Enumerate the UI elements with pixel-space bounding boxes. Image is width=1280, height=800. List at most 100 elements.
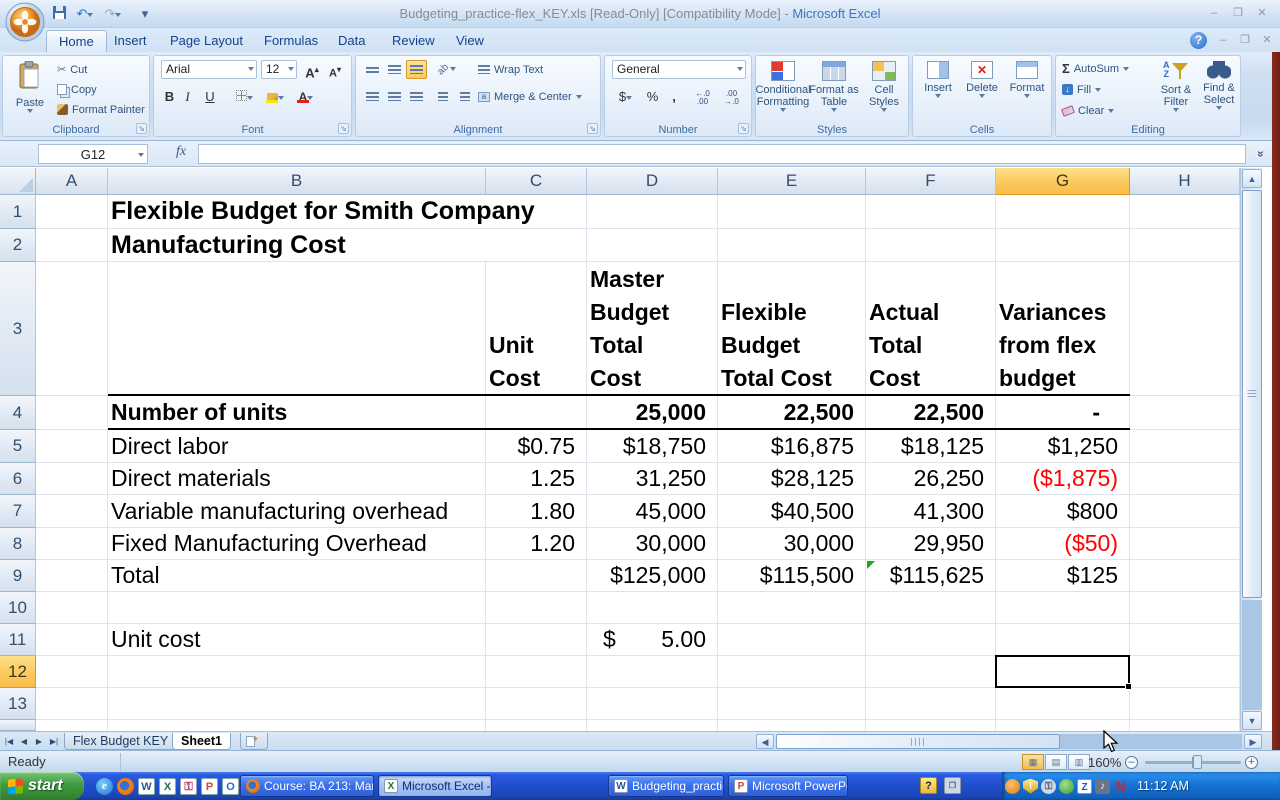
grow-font-icon[interactable]: A▴ [301,60,323,79]
cell-G9[interactable]: $125 [996,560,1130,591]
scroll-right-icon[interactable]: ▶ [1244,734,1262,749]
help-badge-icon[interactable]: ? [920,777,937,794]
cell-E3[interactable]: Flexible Budget Total Cost [718,262,866,395]
vertical-scrollbar[interactable]: ▲ ▼ [1240,168,1262,731]
outlook-icon[interactable]: O [222,778,239,795]
cell-G8[interactable]: ($50) [996,528,1130,559]
orientation-icon[interactable]: ab [432,60,462,79]
cell-E9[interactable]: $115,500 [718,560,866,591]
row-header-3[interactable]: 3 [0,262,36,396]
cell-C5[interactable]: $0.75 [486,430,587,462]
align-middle-icon[interactable] [384,60,405,79]
first-sheet-icon[interactable]: |◀ [2,735,16,748]
cell-B5[interactable]: Direct labor [108,430,486,462]
excel-icon[interactable]: X [159,778,176,795]
cell-D6[interactable]: 31,250 [587,463,718,494]
task-microsoft-excel[interactable]: X Microsoft Excel - Bud... [378,775,492,797]
row-header-2[interactable]: 2 [0,229,36,262]
task-course-ba213[interactable]: Course: BA 213: Man... [240,775,374,797]
column-header-A[interactable]: A [36,168,108,195]
expand-formula-bar-icon[interactable]: » [1252,145,1270,163]
row-header-7[interactable]: 7 [0,495,36,528]
cell-E4[interactable]: 22,500 [718,396,866,429]
conditional-formatting-button[interactable]: Conditional Formatting [758,59,808,112]
tray-audio-icon[interactable]: ♪ [1095,779,1110,794]
vertical-scroll-thumb[interactable] [1242,190,1262,598]
column-header-C[interactable]: C [486,168,587,195]
sort-filter-button[interactable]: AZ Sort & Filter [1154,59,1198,112]
cell-G4[interactable]: - [996,396,1130,429]
workbook-close-button[interactable]: ✕ [1257,33,1277,48]
powerpoint-icon[interactable]: P [201,778,218,795]
delete-cells-button[interactable]: ✕ Delete [961,59,1003,98]
sheet-tab-sheet1[interactable]: Sheet1 [172,733,231,750]
clipboard-dialog-launcher-icon[interactable]: ⇘ [136,123,147,134]
increase-indent-icon[interactable] [454,87,475,106]
tray-key-icon[interactable]: ⚿ [1041,779,1056,794]
font-family-select[interactable]: Arial [161,60,257,79]
row-header-8[interactable]: 8 [0,528,36,560]
page-layout-view-icon[interactable]: ▤ [1045,754,1067,770]
cell-B1[interactable]: Flexible Budget for Smith Company [108,195,543,228]
align-right-icon[interactable] [406,87,427,106]
number-format-select[interactable]: General [612,60,746,79]
scroll-up-icon[interactable]: ▲ [1242,169,1262,188]
cell-C3[interactable]: Unit Cost [486,262,587,395]
wrap-text-button[interactable]: Wrap Text [478,60,543,79]
hidden-icons-icon[interactable]: ❐▴ [944,777,961,794]
row-header-11[interactable]: 11 [0,624,36,656]
horizontal-scroll-track[interactable] [1060,734,1242,749]
name-box[interactable]: G12 [38,144,148,164]
column-header-D[interactable]: D [587,168,718,195]
comma-style-icon[interactable]: , [665,87,683,106]
align-top-icon[interactable] [362,60,383,79]
font-dialog-launcher-icon[interactable]: ⇘ [338,123,349,134]
zoom-out-icon[interactable]: – [1125,756,1138,769]
font-size-select[interactable]: 12 [261,60,297,79]
cell-F3[interactable]: Actual Total Cost [866,262,996,395]
cell-B7[interactable]: Variable manufacturing overhead [108,495,486,527]
cell-F6[interactable]: 26,250 [866,463,996,494]
cell-C6[interactable]: 1.25 [486,463,587,494]
cell-G3[interactable]: Variances from flex budget [996,262,1130,395]
cell-B8[interactable]: Fixed Manufacturing Overhead [108,528,486,559]
copy-button[interactable]: Copy [57,80,97,99]
taskbar-clock[interactable]: 11:12 AM [1137,779,1189,793]
zoom-level[interactable]: 160% [1088,755,1121,770]
accounting-format-icon[interactable]: $ [612,87,639,106]
autosum-button[interactable]: ΣAutoSum [1062,59,1129,78]
cell-B9[interactable]: Total [108,560,486,591]
page-break-view-icon[interactable]: ▥ [1068,754,1090,770]
format-cells-button[interactable]: Format [1006,59,1048,98]
cell-styles-button[interactable]: Cell Styles [860,59,908,112]
cell-E6[interactable]: $28,125 [718,463,866,494]
row-header-1[interactable]: 1 [0,195,36,229]
cell-C7[interactable]: 1.80 [486,495,587,527]
cell-E8[interactable]: 30,000 [718,528,866,559]
percent-style-icon[interactable]: % [642,87,663,106]
previous-sheet-icon[interactable]: ◀ [17,735,31,748]
decrease-decimal-icon[interactable]: .00→.0 [718,87,745,106]
column-header-B[interactable]: B [108,168,486,195]
row-header-6[interactable]: 6 [0,463,36,495]
workbook-restore-button[interactable]: ❐ [1235,33,1255,48]
zoom-slider-marker[interactable] [1193,755,1202,769]
borders-icon[interactable] [230,87,258,106]
cell-D4[interactable]: 25,000 [587,396,718,429]
tray-security-shield-icon[interactable]: ! [1023,779,1038,794]
column-header-E[interactable]: E [718,168,866,195]
tray-green-status-icon[interactable] [1059,779,1074,794]
cell-B2[interactable]: Manufacturing Cost [108,229,486,261]
tab-insert[interactable]: Insert [102,30,159,52]
cell-D3[interactable]: Master Budget Total Cost [587,262,718,395]
row-header-4[interactable]: 4 [0,396,36,430]
alignment-dialog-launcher-icon[interactable]: ⇘ [587,123,598,134]
row-header-10[interactable]: 10 [0,592,36,624]
tab-view[interactable]: View [444,30,496,52]
task-microsoft-powerpoint[interactable]: P Microsoft PowerPoint ... [728,775,848,797]
select-all-corner[interactable] [0,168,36,195]
increase-decimal-icon[interactable]: ←.0.00 [689,87,716,106]
cell-B6[interactable]: Direct materials [108,463,486,494]
cell-G6[interactable]: ($1,875) [996,463,1130,494]
last-sheet-icon[interactable]: ▶| [47,735,61,748]
